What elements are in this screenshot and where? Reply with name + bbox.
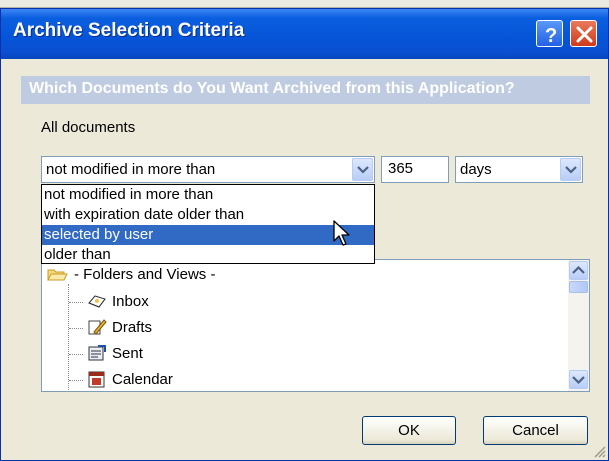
help-button[interactable]: ? bbox=[536, 20, 563, 47]
ok-button[interactable]: OK bbox=[362, 416, 456, 445]
tree-branch bbox=[69, 328, 83, 329]
option-expiration-date[interactable]: with expiration date older than bbox=[42, 205, 374, 225]
title-bar: Archive Selection Criteria ? bbox=[1, 9, 608, 59]
tree-branch bbox=[69, 302, 83, 303]
chevron-down-icon bbox=[565, 166, 577, 174]
days-input[interactable]: 365 bbox=[381, 156, 449, 183]
tree-item-label: Drafts bbox=[112, 319, 153, 336]
tree-branch bbox=[69, 380, 83, 381]
option-older-than[interactable]: older than bbox=[42, 245, 374, 265]
chevron-down-icon bbox=[357, 166, 369, 174]
dialog-title: Archive Selection Criteria bbox=[13, 20, 245, 41]
open-folder-icon bbox=[47, 269, 68, 281]
unit-dropdown-button[interactable] bbox=[560, 158, 581, 181]
chevron-up-icon bbox=[572, 265, 585, 274]
time-unit-select[interactable]: days bbox=[455, 156, 583, 183]
folders-tree[interactable]: - Folders and Views - Inbox Drafts Sent … bbox=[41, 259, 590, 392]
scroll-thumb[interactable] bbox=[569, 281, 588, 293]
option-not-modified[interactable]: not modified in more than bbox=[42, 185, 374, 205]
archive-selection-dialog: Archive Selection Criteria ? Which Docum… bbox=[0, 8, 609, 461]
close-icon bbox=[576, 26, 593, 43]
close-button[interactable] bbox=[570, 20, 597, 47]
sent-icon bbox=[88, 345, 106, 361]
time-unit-value: days bbox=[460, 161, 492, 178]
section-header-text: Which Documents do You Want Archived fro… bbox=[29, 80, 515, 97]
scroll-down-button[interactable] bbox=[569, 370, 588, 389]
tree-scrollbar[interactable] bbox=[568, 260, 589, 391]
resize-grip-icon[interactable] bbox=[592, 444, 606, 458]
tree-item-label: Inbox bbox=[112, 293, 149, 310]
scope-label: All documents bbox=[41, 119, 136, 136]
drafts-icon bbox=[88, 319, 107, 335]
inbox-icon bbox=[88, 295, 106, 308]
chevron-down-icon bbox=[572, 376, 585, 385]
mouse-pointer-icon bbox=[333, 220, 350, 246]
days-input-value: 365 bbox=[388, 160, 414, 177]
filter-options-list[interactable]: not modified in more than with expiratio… bbox=[41, 184, 375, 264]
tree-guide-line bbox=[68, 284, 69, 391]
background-window-strip bbox=[0, 0, 609, 8]
tree-item-label: Sent bbox=[112, 345, 143, 362]
tree-item-label: Calendar bbox=[112, 371, 173, 388]
tree-branch bbox=[69, 354, 83, 355]
help-icon: ? bbox=[545, 25, 557, 47]
section-header: Which Documents do You Want Archived fro… bbox=[21, 76, 590, 104]
svg-text:?: ? bbox=[545, 25, 557, 47]
calendar-icon bbox=[88, 371, 105, 388]
filter-dropdown-button[interactable] bbox=[352, 158, 373, 181]
tree-root-label: - Folders and Views - bbox=[74, 266, 216, 283]
cancel-button[interactable]: Cancel bbox=[483, 416, 588, 445]
filter-criteria-select[interactable]: not modified in more than bbox=[41, 156, 375, 183]
option-selected-by-user[interactable]: selected by user bbox=[42, 225, 374, 245]
filter-criteria-value: not modified in more than bbox=[46, 161, 216, 178]
scroll-up-button[interactable] bbox=[569, 261, 588, 280]
